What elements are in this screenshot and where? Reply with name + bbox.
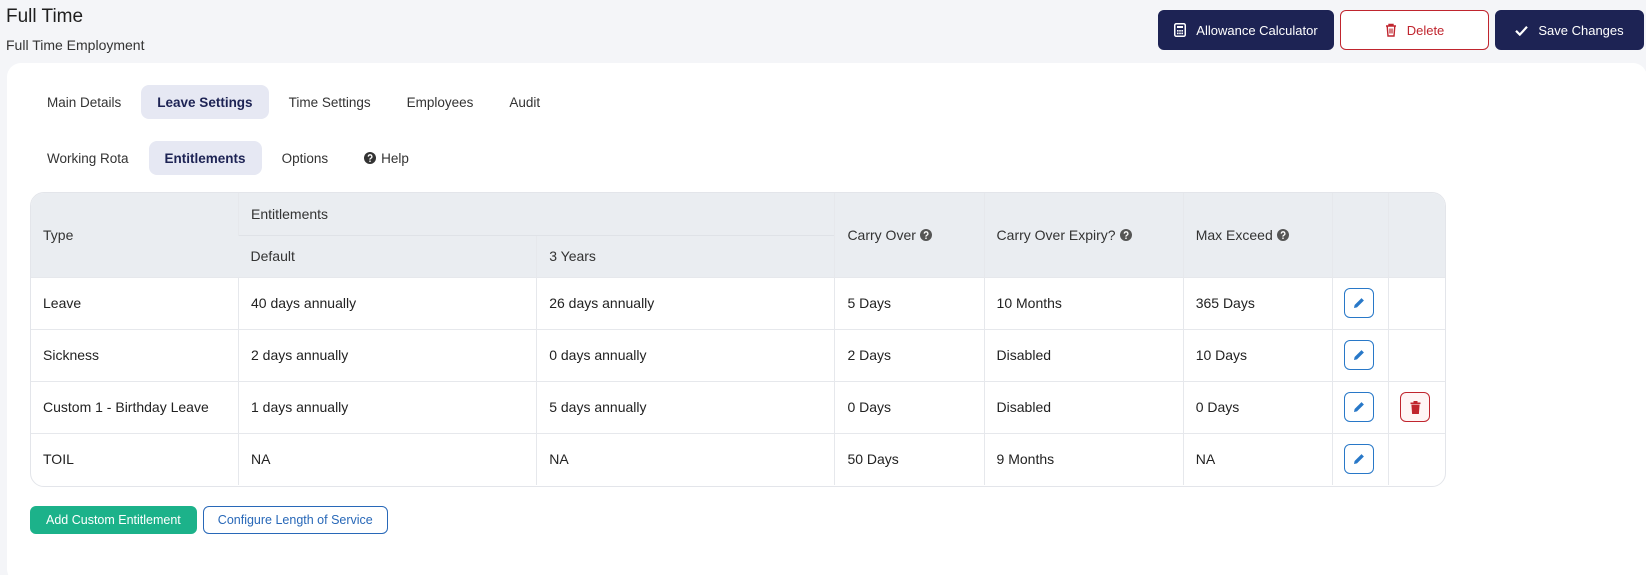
cell-edit [1331, 380, 1389, 433]
cell-delete [1388, 328, 1445, 381]
page-title: Full Time [6, 6, 84, 27]
cell-default: 1 days annually [237, 380, 537, 433]
edit-button[interactable] [1343, 392, 1374, 422]
save-changes-button[interactable]: Save Changes [1495, 10, 1644, 50]
header-entitlements: Entitlements [237, 193, 835, 235]
add-custom-entitlement-button[interactable]: Add Custom Entitlement [30, 506, 197, 534]
configure-length-of-service-button[interactable]: Configure Length of Service [202, 506, 388, 534]
cell-default: 40 days annually [237, 276, 537, 329]
cell-delete [1388, 380, 1445, 433]
cell-carry-over: 0 Days [834, 380, 985, 433]
footer-actions: Add Custom Entitlement Configure Length … [30, 506, 388, 534]
cell-default: 2 days annually [237, 328, 537, 381]
cell-delete [1388, 276, 1445, 329]
tab-main-details[interactable]: Main Details [31, 85, 137, 119]
edit-button[interactable] [1343, 288, 1374, 318]
tab-working-rota[interactable]: Working Rota [31, 141, 145, 175]
trash-icon [1385, 23, 1397, 37]
cell-default: NA [237, 432, 537, 485]
tab-options[interactable]: Options [266, 141, 345, 175]
cell-three-years: 5 days annually [536, 380, 835, 433]
table-row: Leave 40 days annually 26 days annually … [31, 276, 1445, 329]
cell-edit [1331, 432, 1389, 485]
delete-button[interactable]: Delete [1340, 10, 1489, 50]
delete-label: Delete [1406, 22, 1445, 38]
page-subtitle: Full Time Employment [6, 37, 145, 53]
header-carry-over: Carry Over [834, 193, 985, 277]
tab-employees[interactable]: Employees [391, 85, 490, 119]
cell-carry-over-expiry: Disabled [983, 328, 1184, 381]
question-circle-icon[interactable] [919, 228, 932, 241]
header-type: Type [31, 193, 239, 277]
tab-audit[interactable]: Audit [493, 85, 556, 119]
content-card: Main Details Leave Settings Time Setting… [7, 63, 1646, 575]
header-carry-over-expiry-label: Carry Over Expiry? [996, 226, 1116, 243]
cell-max-exceed: 10 Days [1182, 328, 1333, 381]
cell-carry-over: 50 Days [834, 432, 985, 485]
header-default: Default [238, 234, 537, 277]
cell-carry-over-expiry: 10 Months [983, 276, 1184, 329]
cell-max-exceed: NA [1182, 432, 1333, 485]
cell-type: Sickness [31, 328, 239, 381]
cell-edit [1331, 276, 1389, 329]
allowance-calculator-label: Allowance Calculator [1196, 22, 1318, 38]
tab-help[interactable]: Help [348, 141, 425, 175]
header-three-years: 3 Years [536, 234, 835, 277]
header-actions: Allowance Calculator Delete Save Changes [1158, 10, 1644, 50]
header-max-exceed-label: Max Exceed [1195, 226, 1273, 243]
edit-button[interactable] [1343, 340, 1374, 370]
cell-three-years: 0 days annually [536, 328, 835, 381]
pencil-icon [1353, 350, 1364, 360]
cell-carry-over: 2 Days [834, 328, 985, 381]
entitlements-table: Type Entitlements Carry Over Carry Over … [30, 192, 1446, 487]
cell-delete [1388, 432, 1445, 485]
pencil-icon [1353, 454, 1364, 465]
edit-button[interactable] [1343, 444, 1374, 475]
header-carry-over-label: Carry Over [847, 226, 916, 243]
tab-help-label: Help [381, 150, 409, 166]
header-delete-column [1388, 193, 1445, 277]
header-max-exceed: Max Exceed [1182, 193, 1333, 277]
cell-type: Leave [31, 276, 239, 329]
table-row: Sickness 2 days annually 0 days annually… [31, 328, 1445, 381]
cell-three-years: NA [536, 432, 835, 485]
calculator-icon [1174, 23, 1187, 37]
question-circle-icon[interactable] [1119, 228, 1132, 241]
table-row: TOIL NA NA 50 Days 9 Months NA [31, 432, 1445, 485]
cell-type: TOIL [31, 432, 239, 485]
checkmark-icon [1515, 25, 1529, 36]
tab-entitlements[interactable]: Entitlements [148, 141, 262, 175]
cell-carry-over: 5 Days [834, 276, 985, 329]
cell-carry-over-expiry: 9 Months [983, 432, 1184, 485]
cell-type: Custom 1 - Birthday Leave [31, 380, 239, 433]
cell-three-years: 26 days annually [536, 276, 835, 329]
trash-icon [1410, 400, 1421, 414]
sub-tabs: Working Rota Entitlements Options Help [31, 141, 425, 175]
save-changes-label: Save Changes [1538, 22, 1624, 38]
table-row: Custom 1 - Birthday Leave 1 days annuall… [31, 380, 1445, 433]
header-edit-column [1331, 193, 1389, 277]
pencil-icon [1353, 298, 1364, 308]
question-circle-icon [364, 152, 377, 164]
cell-edit [1331, 328, 1389, 381]
allowance-calculator-button[interactable]: Allowance Calculator [1158, 10, 1334, 50]
cell-max-exceed: 0 Days [1182, 380, 1333, 433]
pencil-icon [1353, 402, 1364, 412]
header-carry-over-expiry: Carry Over Expiry? [983, 193, 1184, 277]
main-tabs: Main Details Leave Settings Time Setting… [31, 85, 556, 119]
question-circle-icon[interactable] [1276, 228, 1289, 241]
delete-row-button[interactable] [1400, 392, 1431, 422]
tab-time-settings[interactable]: Time Settings [273, 85, 387, 119]
page-header: Full Time Full Time Employment [6, 6, 144, 53]
cell-max-exceed: 365 Days [1182, 276, 1333, 329]
cell-carry-over-expiry: Disabled [983, 380, 1184, 433]
tab-leave-settings[interactable]: Leave Settings [141, 85, 269, 119]
